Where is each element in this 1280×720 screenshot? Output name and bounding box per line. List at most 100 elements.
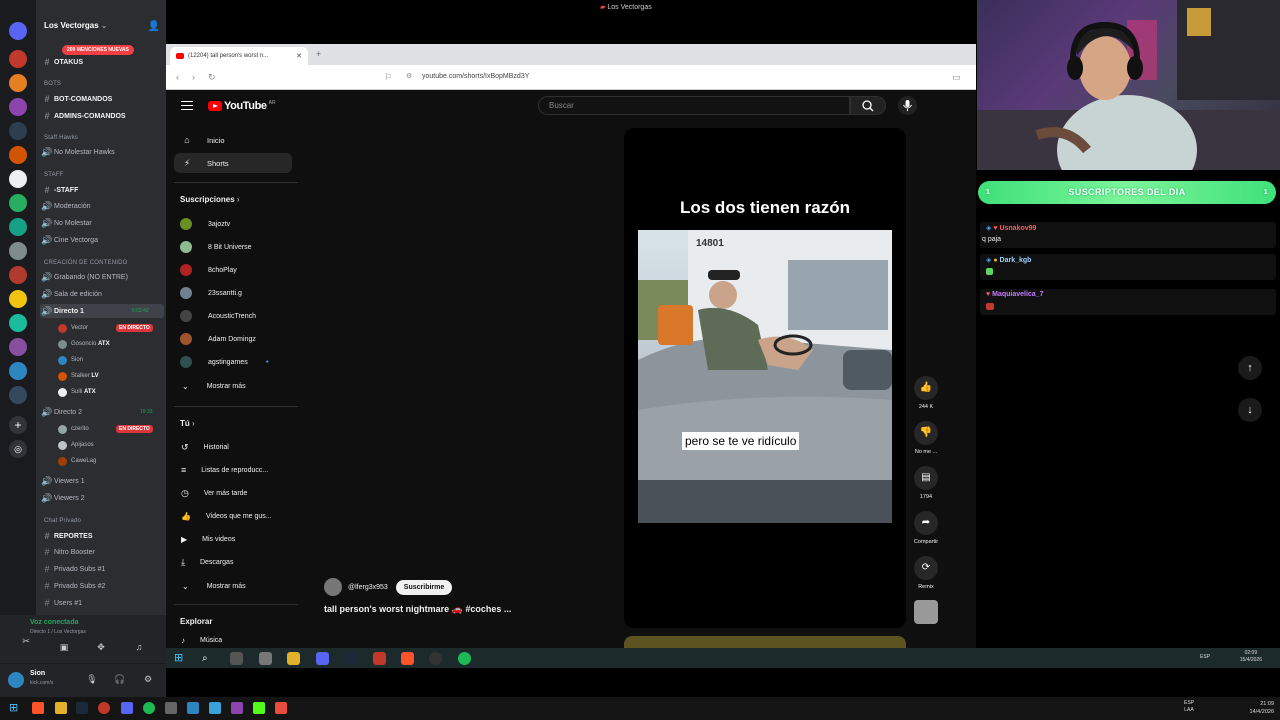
server-icon[interactable] (9, 362, 27, 380)
reload-icon[interactable]: ↻ (208, 72, 216, 83)
voice-user[interactable]: Sulli ATX (58, 386, 96, 398)
kick-icon[interactable] (253, 702, 265, 714)
category-staff-hawks[interactable]: Staff Hawks (44, 135, 78, 141)
nav-musica[interactable]: ♪ Música (174, 631, 222, 648)
scroll-up-button[interactable]: ↑ (1238, 356, 1262, 380)
new-tab-icon[interactable]: + (316, 49, 321, 59)
share-button[interactable]: ➦ (914, 511, 938, 535)
server-icon[interactable] (9, 386, 27, 404)
channel-name[interactable]: @lferg3x953 (348, 584, 388, 591)
screen-share-icon[interactable]: ▣ (56, 641, 72, 653)
close-tab-icon[interactable]: ✕ (296, 52, 302, 60)
server-icon[interactable] (9, 170, 27, 188)
subscription-item[interactable]: 8choPlay (174, 261, 237, 279)
voice-user[interactable]: Sion (58, 354, 83, 366)
subscription-item[interactable]: 8 Bit Universe (174, 238, 252, 256)
spotify-icon[interactable] (143, 702, 155, 714)
server-icon[interactable] (9, 218, 27, 236)
short-description[interactable]: tall person's worst nightmare 🚗 #coches … (324, 604, 511, 615)
mentions-badge[interactable]: 209 MENCIONES NUEVAS (62, 45, 134, 55)
discover-icon[interactable]: ◎ (9, 440, 27, 458)
category-bots[interactable]: BOTS (44, 81, 61, 87)
server-icon[interactable] (9, 146, 27, 164)
voice-search-button[interactable] (898, 96, 917, 115)
clock[interactable]: 21:09 14/4/2026 (1250, 700, 1274, 716)
spotify-icon[interactable] (458, 652, 471, 665)
channel-sala-edicion[interactable]: 🔊 Sala de edición (40, 287, 101, 301)
server-icon[interactable] (9, 194, 27, 212)
activities-icon[interactable]: ✥ (93, 641, 109, 653)
server-icon[interactable] (9, 266, 27, 284)
channel-cine-vectorga[interactable]: 🔊 Cine Vectorga (40, 233, 98, 247)
file-explorer-icon[interactable] (55, 702, 67, 714)
remix-button[interactable]: ⟳ (914, 556, 938, 580)
category-staff[interactable]: STAFF (44, 172, 64, 178)
app-icon[interactable] (275, 702, 287, 714)
subscriptions-heading[interactable]: Suscripciones › (180, 195, 240, 204)
like-button[interactable]: 👍 (914, 376, 938, 400)
avatar[interactable] (324, 578, 342, 596)
url-field[interactable]: youtube.com/shorts/IxBopMBzd3Y (422, 73, 529, 80)
soundboard-icon[interactable]: ♫ (131, 641, 147, 653)
task-view-icon[interactable] (230, 652, 243, 665)
server-icon[interactable] (9, 290, 27, 308)
voice-user[interactable]: Gosoncio ATX (58, 338, 110, 350)
add-user-icon[interactable]: 👤 (148, 21, 160, 32)
channel-staff[interactable]: # -STAFF (40, 183, 78, 197)
youtube-logo[interactable]: YouTube AR (208, 100, 276, 112)
add-server-icon[interactable]: + (9, 416, 27, 434)
disconnect-icon[interactable]: ✂ (18, 635, 34, 647)
steam-icon[interactable] (344, 652, 357, 665)
clock[interactable]: 02:09 15/4/2026 (1240, 650, 1262, 664)
server-icon[interactable] (9, 242, 27, 260)
channel-nitro-booster[interactable]: # Nitro Booster (40, 545, 94, 559)
discord-icon[interactable] (316, 652, 329, 665)
channel-viewers-2[interactable]: 🔊 Viewers 2 (40, 491, 84, 505)
channel-users-1[interactable]: # Users #1 (40, 596, 82, 610)
category-contenido[interactable]: CREACIÓN DE CONTENIDO (44, 260, 128, 266)
avatar[interactable] (8, 672, 24, 688)
language-indicator[interactable]: ESP LAA (1184, 700, 1194, 714)
channel-grabando[interactable]: 🔊 Grabando (NO ENTRE) (40, 270, 128, 284)
language-indicator[interactable]: ESP (1200, 654, 1210, 660)
search-icon[interactable]: ⌕ (202, 652, 215, 665)
channel-viewers-1[interactable]: 🔊 Viewers 1 (40, 474, 84, 488)
cast-icon[interactable]: ▭ (952, 72, 961, 83)
comments-button[interactable]: ▤ (914, 466, 938, 490)
nav-mis-videos[interactable]: ▶ Mis videos (174, 530, 235, 548)
channel-otakus[interactable]: # OTAKUS (40, 55, 83, 69)
app-icon[interactable] (209, 702, 221, 714)
dislike-button[interactable]: 👎 (914, 421, 938, 445)
subscription-item[interactable]: agstingames ● (174, 353, 269, 371)
voice-user[interactable]: Vector (58, 322, 88, 334)
steam-icon[interactable] (76, 702, 88, 714)
audio-thumbnail[interactable] (914, 600, 938, 624)
voice-user[interactable]: Apijasos (58, 439, 94, 451)
subscribe-button[interactable]: Suscribirme (395, 579, 453, 595)
windows-start-icon[interactable]: ⊞ (9, 702, 21, 714)
windows-start-icon[interactable]: ⊞ (174, 652, 187, 665)
brave-icon[interactable] (401, 652, 414, 665)
voice-channel-path[interactable]: Directo 1 / Los Vectorgas (30, 629, 86, 635)
bookmark-icon[interactable]: ⚐ (384, 72, 392, 83)
menu-icon[interactable] (181, 101, 193, 110)
obs-icon[interactable] (429, 652, 442, 665)
channel-reportes[interactable]: # REPORTES (40, 529, 92, 543)
settings-icon[interactable]: ⚙ (140, 673, 156, 685)
app-icon[interactable] (231, 702, 243, 714)
channel-no-molestar[interactable]: 🔊 No Molestar (40, 216, 91, 230)
nav-ver-mas-tarde[interactable]: ◷ Ver más tarde (174, 484, 247, 502)
channel-no-molestar-hawks[interactable]: 🔊 No Molestar Hawks (40, 145, 114, 159)
voice-user[interactable]: CaweLag (58, 455, 96, 467)
show-more-subscriptions[interactable]: ⌄ Mostrar más (174, 377, 246, 395)
subscription-item[interactable]: Adam Domingz (174, 330, 256, 348)
search-button[interactable] (850, 96, 886, 115)
nav-shorts[interactable]: ⚡ Shorts (174, 153, 292, 173)
site-info-icon[interactable]: ⚙ (406, 72, 412, 80)
mic-icon[interactable]: 🎙 (84, 673, 100, 685)
category-chat-privado[interactable]: Chat Privado (44, 518, 81, 524)
app-icon[interactable] (187, 702, 199, 714)
tab-youtube-short[interactable]: (12204) tall person's worst n... ✕ (170, 47, 308, 65)
server-icon[interactable] (9, 50, 27, 68)
server-name[interactable]: Los Vectorgas ⌄ (44, 21, 107, 30)
